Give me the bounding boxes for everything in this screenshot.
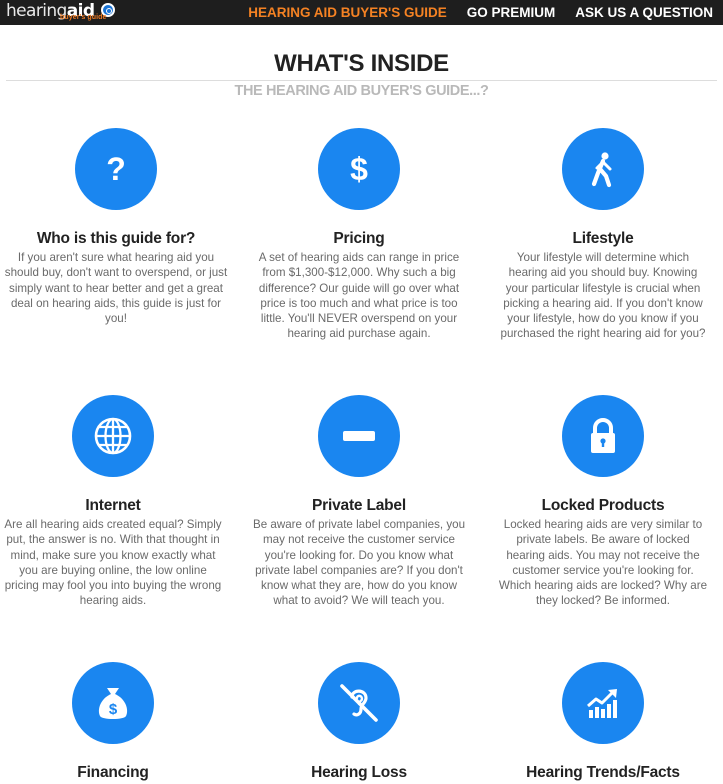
dollar-icon: $ — [318, 128, 400, 210]
feature-hearing-loss: Hearing Loss — [239, 662, 479, 784]
feature-title: Locked Products — [541, 497, 665, 514]
feature-financing: $ Financing — [0, 662, 233, 784]
top-navigation-bar: hearingaid buyer's guide HEARING AID BUY… — [0, 0, 723, 25]
hearing-loss-icon — [318, 662, 400, 744]
feature-hearing-trends-facts: Hearing Trends/Facts — [483, 662, 723, 784]
svg-text:$: $ — [109, 701, 118, 718]
feature-title: Pricing — [333, 230, 385, 247]
minus-icon — [318, 395, 400, 477]
svg-text:$: $ — [350, 151, 368, 187]
question-icon: ? — [75, 128, 157, 210]
feature-title: Internet — [85, 497, 141, 514]
section-divider — [6, 80, 717, 81]
feature-title: Hearing Trends/Facts — [526, 764, 680, 781]
feature-title: Private Label — [312, 497, 406, 514]
nav-link-buyers-guide[interactable]: HEARING AID BUYER'S GUIDE — [248, 5, 446, 20]
lock-icon — [562, 395, 644, 477]
feature-who-is-guide-for: ? Who is this guide for? If you aren't s… — [0, 128, 236, 326]
globe-icon — [72, 395, 154, 477]
logo-word-light: hearing — [6, 1, 67, 21]
svg-text:?: ? — [106, 151, 126, 187]
section-title: WHAT'S INSIDE — [274, 50, 449, 77]
feature-description: Be aware of private label companies, you… — [252, 518, 466, 608]
feature-title: Financing — [77, 764, 149, 781]
feature-title: Who is this guide for? — [36, 230, 196, 247]
feature-title: Hearing Loss — [311, 764, 407, 781]
brand-logo[interactable]: hearingaid buyer's guide — [6, 0, 115, 25]
section-subtitle: THE HEARING AID BUYER'S GUIDE...? — [234, 83, 489, 99]
nav-links: HEARING AID BUYER'S GUIDE GO PREMIUM ASK… — [238, 0, 723, 25]
feature-private-label: Private Label Be aware of private label … — [239, 395, 479, 609]
feature-description: Locked hearing aids are very similar to … — [498, 518, 708, 608]
feature-description: A set of hearing aids can range in price… — [258, 251, 460, 341]
feature-description: Your lifestyle will determine which hear… — [500, 251, 706, 341]
logo-tagline: buyer's guide — [60, 14, 107, 21]
money-bag-icon: $ — [72, 662, 154, 744]
trend-chart-icon — [562, 662, 644, 744]
feature-locked-products: Locked Products Locked hearing aids are … — [483, 395, 723, 609]
feature-title: Lifestyle — [572, 230, 634, 247]
nav-link-go-premium[interactable]: GO PREMIUM — [467, 5, 556, 20]
walking-person-icon — [562, 128, 644, 210]
feature-lifestyle: Lifestyle Your lifestyle will determine … — [483, 128, 723, 342]
feature-internet: Internet Are all hearing aids created eq… — [0, 395, 233, 609]
feature-description: Are all hearing aids created equal? Simp… — [4, 518, 222, 608]
feature-pricing: $ Pricing A set of hearing aids can rang… — [239, 128, 479, 342]
nav-link-ask-question[interactable]: ASK US A QUESTION — [575, 5, 713, 20]
feature-description: If you aren't sure what hearing aid you … — [4, 251, 228, 326]
